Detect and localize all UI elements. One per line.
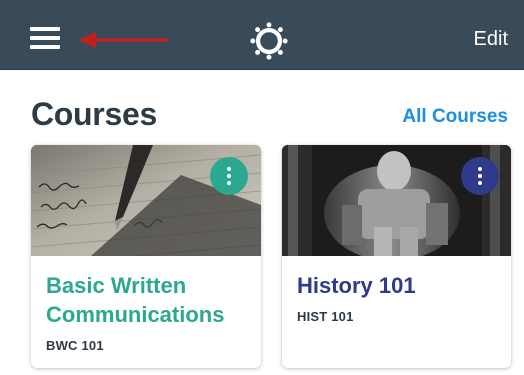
- top-navigation-bar: Edit: [0, 0, 524, 70]
- courses-heading: Courses: [31, 96, 157, 132]
- course-card-bwc[interactable]: Basic Written Communications BWC 101: [31, 145, 261, 368]
- course-code: BWC 101: [46, 338, 104, 353]
- edit-button[interactable]: Edit: [474, 26, 508, 52]
- course-options-button[interactable]: [210, 157, 248, 195]
- hamburger-menu-icon[interactable]: [30, 27, 60, 51]
- canvas-logo-icon[interactable]: [250, 22, 288, 60]
- course-card-history[interactable]: History 101 HIST 101: [282, 145, 511, 368]
- course-options-button[interactable]: [461, 157, 499, 195]
- course-code: HIST 101: [297, 309, 354, 324]
- course-image-lincoln-memorial: [282, 145, 511, 256]
- annotation-arrow: [78, 32, 168, 48]
- all-courses-link[interactable]: All Courses: [402, 105, 508, 129]
- course-title: Basic Written Communications: [46, 273, 225, 327]
- course-image-fountain-pen: [31, 145, 261, 256]
- course-title: History 101: [297, 273, 416, 298]
